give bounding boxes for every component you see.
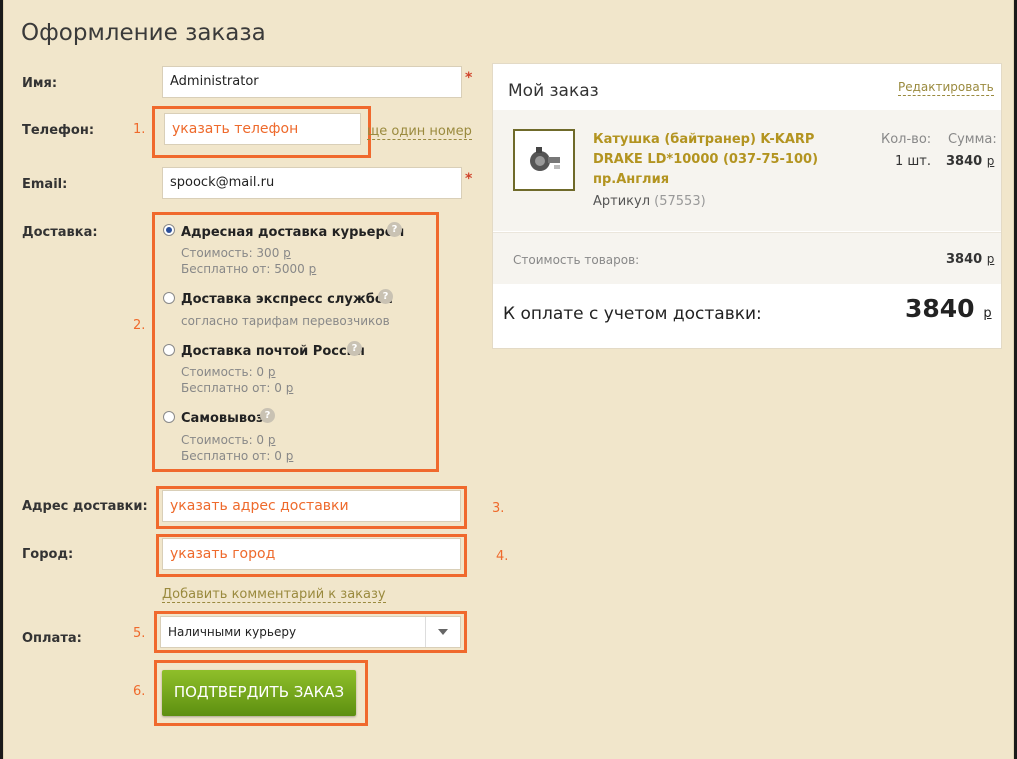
address-label: Адрес доставки: xyxy=(22,499,148,514)
delivery-courier-free-from: Бесплатно от: 5000 р xyxy=(181,262,317,276)
delivery-option-courier[interactable]: Адресная доставка курьером xyxy=(181,225,404,240)
qty-label: Кол-во: xyxy=(881,132,932,147)
address-input[interactable]: указать адрес доставки xyxy=(162,490,461,522)
page-title: Оформление заказа xyxy=(21,20,266,46)
delivery-courier-cost: Стоимость: 300 р xyxy=(181,246,291,260)
annotation-6: 6. xyxy=(133,684,146,699)
total-value: 3840 р xyxy=(905,294,992,323)
annotation-5: 5. xyxy=(133,626,146,641)
email-input[interactable]: spoock@mail.ru xyxy=(162,167,462,199)
payment-select[interactable]: Наличными курьеру xyxy=(160,616,461,648)
order-item-row: Катушка (байтранер) K-KARP DRAKE LD*1000… xyxy=(493,110,1001,231)
delivery-post-free-from: Бесплатно от: 0 р xyxy=(181,381,294,395)
city-input[interactable]: указать город xyxy=(162,538,461,570)
delivery-express-note: согласно тарифам перевозчиков xyxy=(181,314,390,328)
delivery-label: Доставка: xyxy=(22,225,98,240)
chevron-down-icon[interactable] xyxy=(425,617,460,647)
qty-value: 1 шт. xyxy=(895,154,932,169)
order-panel-title: Мой заказ xyxy=(508,81,599,101)
annotation-1: 1. xyxy=(133,122,146,137)
phone-label: Телефон: xyxy=(22,123,95,138)
add-comment-link[interactable]: Добавить комментарий к заказу xyxy=(162,587,386,603)
name-input[interactable]: Administrator xyxy=(162,66,462,98)
fishing-reel-icon xyxy=(530,147,560,171)
delivery-radio-express[interactable] xyxy=(163,292,175,304)
add-phone-link[interactable]: ще один номер xyxy=(367,124,472,140)
product-thumbnail[interactable] xyxy=(513,129,575,191)
name-label: Имя: xyxy=(22,76,58,91)
delivery-post-cost: Стоимость: 0 р xyxy=(181,365,276,379)
product-sku: Артикул (57553) xyxy=(593,194,706,209)
delivery-pickup-cost: Стоимость: 0 р xyxy=(181,433,276,447)
payment-selected-value: Наличными курьеру xyxy=(168,625,297,639)
sum-value: 3840 р xyxy=(946,154,995,169)
goods-cost-value: 3840 р xyxy=(946,252,995,267)
email-label: Email: xyxy=(22,177,68,192)
help-icon[interactable]: ? xyxy=(378,289,393,304)
annotation-4: 4. xyxy=(496,549,509,564)
delivery-radio-pickup[interactable] xyxy=(163,411,175,423)
checkout-page: Оформление заказа Имя: Administrator * Т… xyxy=(3,0,1014,759)
help-icon[interactable]: ? xyxy=(347,341,362,356)
delivery-radio-post[interactable] xyxy=(163,344,175,356)
city-label: Город: xyxy=(22,547,74,562)
delivery-pickup-free-from: Бесплатно от: 0 р xyxy=(181,449,294,463)
sum-label: Сумма: xyxy=(948,132,997,147)
delivery-option-pickup[interactable]: Самовывоз xyxy=(181,411,264,426)
name-required-mark: * xyxy=(465,70,473,86)
product-name-link[interactable]: Катушка (байтранер) K-KARP DRAKE LD*1000… xyxy=(593,130,818,190)
payment-label: Оплата: xyxy=(22,631,82,646)
phone-input[interactable]: указать телефон xyxy=(164,113,361,145)
confirm-order-button[interactable]: ПОДТВЕРДИТЬ ЗАКАЗ xyxy=(162,670,356,716)
delivery-option-post[interactable]: Доставка почтой России xyxy=(181,344,365,359)
total-label: К оплате с учетом доставки: xyxy=(503,304,762,324)
email-required-mark: * xyxy=(465,171,473,187)
annotation-3: 3. xyxy=(492,501,505,516)
delivery-radio-courier[interactable] xyxy=(163,224,175,236)
help-icon[interactable]: ? xyxy=(260,408,275,423)
goods-cost-row: Стоимость товаров: 3840 р xyxy=(493,232,1001,284)
delivery-option-express[interactable]: Доставка экспресс службой xyxy=(181,292,393,307)
goods-cost-label: Стоимость товаров: xyxy=(513,253,640,267)
help-icon[interactable]: ? xyxy=(387,222,402,237)
order-summary-panel: Мой заказ Редактировать Катушка (байтран… xyxy=(492,63,1002,349)
annotation-2: 2. xyxy=(133,318,146,333)
edit-order-link[interactable]: Редактировать xyxy=(898,80,994,96)
